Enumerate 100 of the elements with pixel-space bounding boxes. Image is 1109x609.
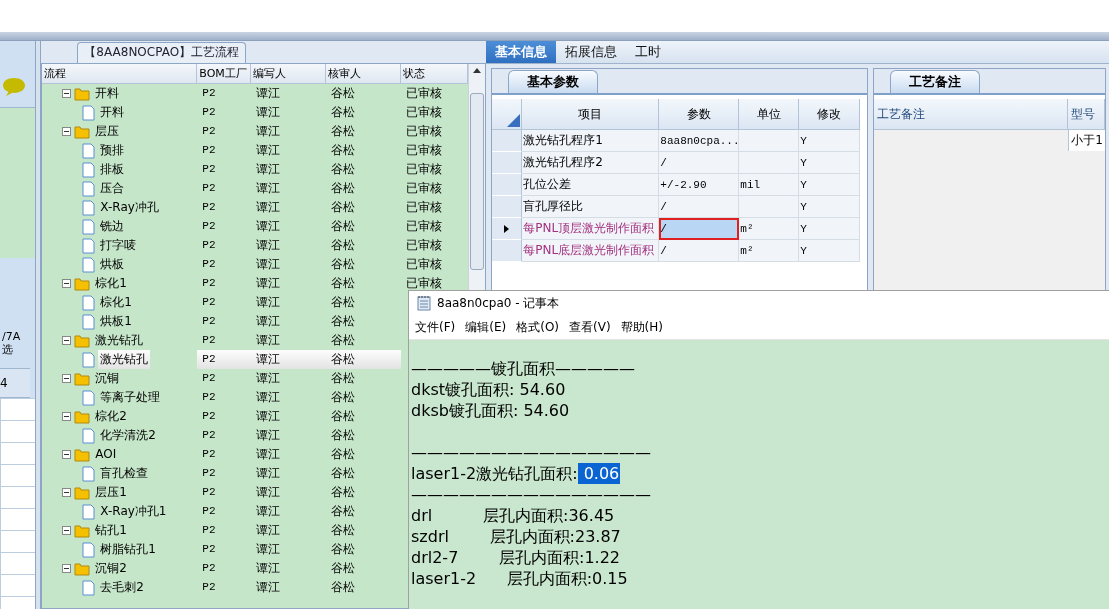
- tree-item[interactable]: 激光钻孔: [98, 350, 151, 369]
- text-line: drl2-7 层孔内面积:1.22: [411, 547, 620, 568]
- tree-item[interactable]: X-Ray冲孔1: [98, 502, 169, 521]
- text-area[interactable]: —————镀孔面积————— dkst镀孔面积: 54.60 dksb镀孔面积: 54.60 ——————————————— laser1-2激光钻孔面积: 0.06 ——————————————— drl 层孔内面积:36.45 szdrl 层孔内面积:23.87 drl2-7 层孔内面积:1.22 laser1-2 层孔内面积:0.15: [409, 340, 1109, 609]
- table-cell-text: 谭江: [255, 256, 282, 273]
- tree-item[interactable]: 预排: [98, 141, 127, 160]
- tab[interactable]: 基本信息: [486, 41, 557, 63]
- tab[interactable]: 工时: [626, 41, 671, 63]
- table-cell-text: P2: [201, 143, 217, 158]
- table-cell-text: P2: [201, 447, 217, 462]
- table-cell-text: 谭江: [255, 389, 282, 406]
- table-cell: Y: [799, 218, 861, 240]
- collapse-toggle-icon[interactable]: [62, 412, 72, 421]
- tree-item[interactable]: 树脂钻孔1: [98, 540, 158, 559]
- table-cell-text: 谭江: [255, 294, 282, 311]
- table-cell-text: P2: [201, 181, 217, 196]
- text-line: laser1-2 层孔内面积:0.15: [411, 568, 628, 589]
- collapse-toggle-icon[interactable]: [62, 526, 72, 535]
- menu-item[interactable]: 文件(F): [411, 315, 460, 339]
- tree-item[interactable]: X-Ray冲孔: [98, 198, 161, 217]
- table-cell-text: P2: [201, 257, 217, 272]
- tab[interactable]: 工艺备注: [890, 70, 981, 93]
- tree-item[interactable]: 打字唛: [98, 236, 139, 255]
- menu-item[interactable]: 编辑(E): [461, 315, 511, 339]
- column-header[interactable]: 单位: [739, 99, 800, 130]
- table-cell-text: P2: [201, 105, 217, 120]
- tree-item[interactable]: 沉铜2: [93, 559, 129, 578]
- table-cell-text: 已审核: [405, 275, 444, 292]
- column-header[interactable]: 型号: [1068, 99, 1105, 129]
- menu-item[interactable]: 查看(V): [565, 315, 615, 339]
- tree-item[interactable]: 层压1: [93, 483, 129, 502]
- tree-item[interactable]: 铣边: [98, 217, 127, 236]
- tree-item[interactable]: 烘板: [98, 255, 127, 274]
- collapse-toggle-icon[interactable]: [62, 89, 72, 98]
- text-line: dkst镀孔面积: 54.60: [411, 379, 566, 400]
- document-icon: [82, 218, 96, 235]
- tree-item[interactable]: 盲孔检查: [98, 464, 151, 483]
- tree-item[interactable]: 层压: [93, 122, 122, 141]
- tree-item[interactable]: 等离子处理: [98, 388, 163, 407]
- table-cell-text: P2: [201, 485, 217, 500]
- table-cell-text: 已审核: [405, 161, 444, 178]
- folder-icon: [74, 447, 91, 462]
- collapse-toggle-icon[interactable]: [62, 336, 72, 345]
- input-field[interactable]: /: [659, 218, 740, 240]
- table-cell-text: 谭江: [255, 446, 282, 463]
- tree-item[interactable]: 化学清洗2: [98, 426, 158, 445]
- menu-item[interactable]: 格式(O): [512, 315, 564, 339]
- tree-item[interactable]: 烘板1: [98, 312, 134, 331]
- tree-item[interactable]: 激光钻孔: [93, 331, 146, 350]
- table-cell-text: P2: [201, 542, 217, 557]
- tree-item[interactable]: 去毛刺2: [98, 578, 146, 597]
- tab[interactable]: 拓展信息: [556, 41, 627, 63]
- tree-item[interactable]: 棕化2: [93, 407, 129, 426]
- collapse-toggle-icon[interactable]: [62, 374, 72, 383]
- menu-item[interactable]: 帮助(H): [616, 315, 667, 339]
- table-cell: +/-2.90: [659, 174, 740, 196]
- table-cell-text: 谷松: [330, 427, 357, 444]
- table-cell-text: 谷松: [330, 180, 357, 197]
- tree-item[interactable]: AOI: [93, 445, 119, 464]
- tree-item[interactable]: 棕化1: [93, 274, 129, 293]
- table-cell: Y: [799, 130, 861, 152]
- table-cell-text: 谭江: [255, 237, 282, 254]
- tree-item[interactable]: 沉铜: [93, 369, 122, 388]
- folder-icon: [74, 333, 91, 348]
- column-header[interactable]: 项目: [522, 99, 660, 130]
- column-header[interactable]: 修改: [799, 99, 861, 130]
- tree-item[interactable]: 开料: [93, 84, 122, 103]
- tree-item[interactable]: 压合: [98, 179, 127, 198]
- scrollbar[interactable]: [468, 64, 486, 291]
- tab[interactable]: 基本参数: [508, 70, 599, 93]
- column-header[interactable]: 参数: [659, 99, 740, 130]
- column-header[interactable]: BOM工厂: [197, 64, 252, 83]
- tree-item[interactable]: 钻孔1: [93, 521, 129, 540]
- tree-item[interactable]: 开料: [98, 103, 127, 122]
- folder-icon: [74, 523, 91, 538]
- table-cell: mil: [739, 174, 800, 196]
- text-line: szdrl 层孔内面积:23.87: [411, 526, 621, 547]
- scroll-up-icon[interactable]: [473, 68, 482, 73]
- column-header[interactable]: 编写人: [251, 64, 327, 83]
- table-cell: 每PNL顶层激光制作面积: [522, 218, 660, 240]
- collapse-toggle-icon[interactable]: [62, 450, 72, 459]
- column-header[interactable]: 核审人: [326, 64, 402, 83]
- row-header[interactable]: [492, 218, 523, 240]
- table-cell-text: 谷松: [330, 465, 357, 482]
- table-cell: Y: [799, 196, 861, 218]
- text-line: drl 层孔内面积:36.45: [411, 505, 615, 526]
- table-cell-text: 谷松: [330, 142, 357, 159]
- collapse-toggle-icon[interactable]: [62, 127, 72, 136]
- document-icon: [82, 465, 96, 482]
- tree-item[interactable]: 棕化1: [98, 293, 134, 312]
- column-header[interactable]: 工艺备注: [874, 99, 1069, 129]
- table-cell-text: 谭江: [255, 579, 282, 596]
- collapse-toggle-icon[interactable]: [62, 488, 72, 497]
- column-header[interactable]: 流程: [42, 64, 198, 83]
- collapse-toggle-icon[interactable]: [62, 279, 72, 288]
- tree-item[interactable]: 排板: [98, 160, 127, 179]
- table-cell-text: 已审核: [405, 180, 444, 197]
- table-cell-text: 谭江: [255, 408, 282, 425]
- collapse-toggle-icon[interactable]: [62, 564, 72, 573]
- folder-icon: [74, 86, 91, 101]
